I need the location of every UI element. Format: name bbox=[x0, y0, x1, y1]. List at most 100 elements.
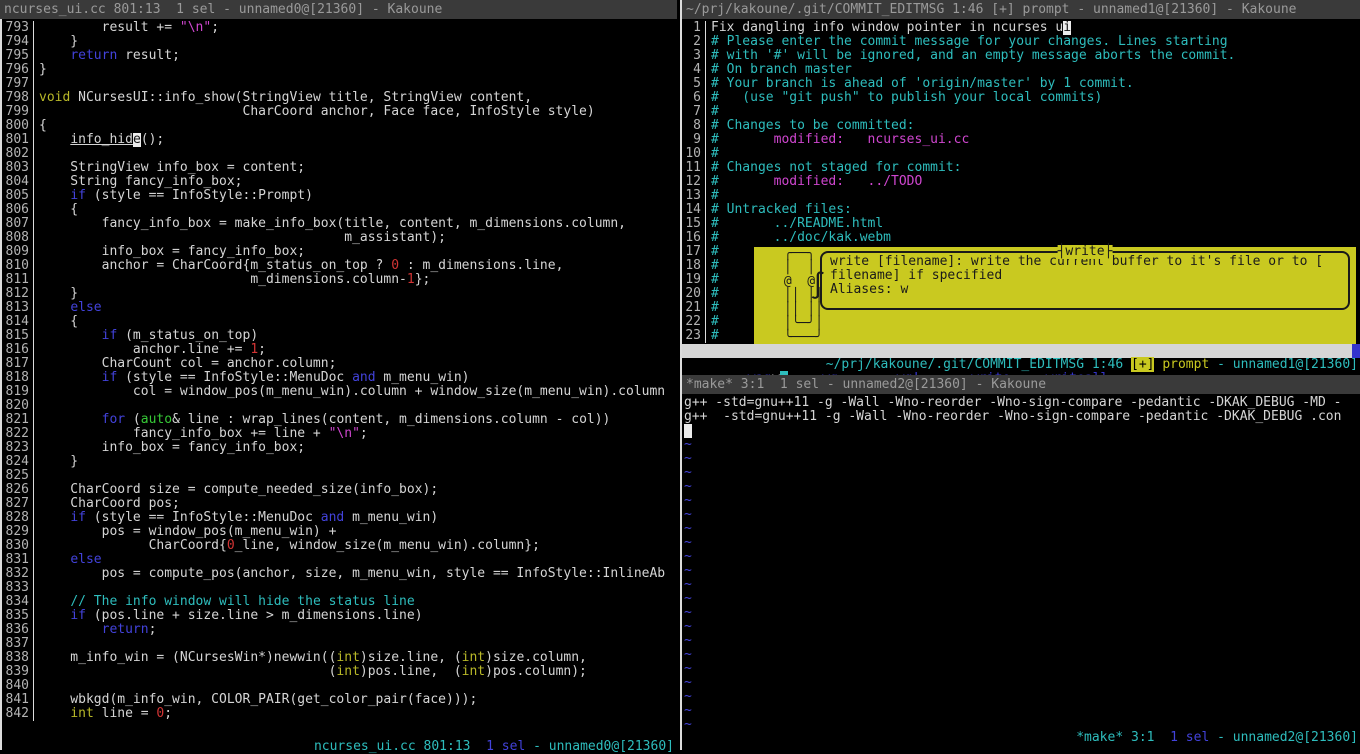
buffer-line[interactable]: 12# modified: ../TODO bbox=[682, 175, 1360, 189]
buffer-line[interactable]: 833 bbox=[2, 581, 677, 595]
line-number: 11 bbox=[682, 161, 706, 175]
line-number: 797 bbox=[2, 77, 34, 91]
text-segment: ~ bbox=[684, 606, 692, 620]
buffer-line[interactable]: 9# modified: ncurses_ui.cc bbox=[682, 133, 1360, 147]
text-segment: if bbox=[102, 329, 118, 343]
buffer-line[interactable]: 836 return; bbox=[2, 623, 677, 637]
buffer-line[interactable]: 6# (use "git push" to publish your local… bbox=[682, 91, 1360, 105]
make-window-titlebar[interactable]: *make* 3:1 1 sel - unnamed2@[21360] - Ka… bbox=[682, 375, 1360, 394]
buffer-line[interactable] bbox=[682, 424, 1360, 438]
buffer-line[interactable]: 824 } bbox=[2, 455, 677, 469]
buffer-line[interactable]: 822 fancy_info_box += line + "\n"; bbox=[2, 427, 677, 441]
buffer-line[interactable]: 820 bbox=[2, 399, 677, 413]
buffer-line[interactable]: 815 if (m_status_on_top) bbox=[2, 329, 677, 343]
buffer-line[interactable]: 804 String fancy_info_box; bbox=[2, 175, 677, 189]
buffer-line[interactable]: 821 for (auto& line : wrap_lines(content… bbox=[2, 413, 677, 427]
buffer-line[interactable]: 803 StringView info_box = content; bbox=[2, 161, 677, 175]
commit-window-titlebar[interactable]: ~/prj/kakoune/.git/COMMIT_EDITMSG 1:46 [… bbox=[682, 0, 1360, 19]
line-text: g++ -std=gnu++11 -g -Wall -Wno-reorder -… bbox=[684, 396, 1341, 410]
text-segment: ~ bbox=[684, 564, 692, 578]
buffer-line[interactable]: 807 fancy_info_box = make_info_box(title… bbox=[2, 217, 677, 231]
buffer-line[interactable]: 799 CharCoord anchor, Face face, InfoSty… bbox=[2, 105, 677, 119]
buffer-line[interactable]: 797 bbox=[2, 77, 677, 91]
buffer-line[interactable]: 812 } bbox=[2, 287, 677, 301]
buffer-line[interactable]: 816 anchor.line += 1; bbox=[2, 343, 677, 357]
buffer-line[interactable]: 835 if (pos.line + size.line > m_dimensi… bbox=[2, 609, 677, 623]
buffer-line[interactable]: 837 bbox=[2, 637, 677, 651]
line-number: 823 bbox=[2, 441, 34, 455]
buffer-line[interactable]: 811 m_dimensions.column-1}; bbox=[2, 273, 677, 287]
buffer-line[interactable]: 830 CharCoord{0_line, window_size(m_menu… bbox=[2, 539, 677, 553]
buffer-line[interactable]: 838 m_info_win = (NCursesWin*)newwin((in… bbox=[2, 651, 677, 665]
empty-line-tilde: ~ bbox=[682, 690, 1360, 704]
text-segment: ; bbox=[360, 427, 368, 441]
text-segment: pos = compute_pos(anchor, size, m_menu_w… bbox=[39, 567, 665, 581]
buffer-line[interactable]: 13# bbox=[682, 189, 1360, 203]
buffer-line[interactable]: 834 // The info window will hide the sta… bbox=[2, 595, 677, 609]
buffer-line[interactable]: 16 # ../doc/kak.webm bbox=[682, 231, 1360, 245]
buffer-line[interactable]: 793 result += "\n"; bbox=[2, 21, 677, 35]
buffer-line[interactable]: 829 pos = window_pos(m_menu_win) + bbox=[2, 525, 677, 539]
buffer-line[interactable]: 832 pos = compute_pos(anchor, size, m_me… bbox=[2, 567, 677, 581]
buffer-line[interactable]: 795 return result; bbox=[2, 49, 677, 63]
buffer-line[interactable]: 794 } bbox=[2, 35, 677, 49]
buffer-line[interactable]: 814 { bbox=[2, 315, 677, 329]
buffer-line[interactable]: 842 int line = 0; bbox=[2, 707, 677, 721]
buffer-line[interactable]: 823 info_box = fancy_info_box; bbox=[2, 441, 677, 455]
text-segment: }; bbox=[415, 273, 431, 287]
buffer-line[interactable]: 827 CharCoord pos; bbox=[2, 497, 677, 511]
line-number: 16 bbox=[682, 231, 706, 245]
buffer-line[interactable]: g++ -std=gnu++11 -g -Wall -Wno-reorder -… bbox=[682, 396, 1360, 410]
text-segment bbox=[39, 189, 70, 203]
completion-scrollbar[interactable] bbox=[1352, 344, 1360, 358]
buffer-line[interactable]: 828 if (style == InfoStyle::MenuDoc and … bbox=[2, 511, 677, 525]
buffer-line[interactable]: 10# bbox=[682, 147, 1360, 161]
text-segment: ~ bbox=[684, 452, 692, 466]
line-text: fancy_info_box += line + "\n"; bbox=[39, 427, 368, 441]
line-number: 821 bbox=[2, 413, 34, 427]
buffer-line[interactable]: 813 else bbox=[2, 301, 677, 315]
buffer-line[interactable]: 806 { bbox=[2, 203, 677, 217]
prompt-statusline[interactable]: :w ~/prj/kakoune/.git/COMMIT_EDITMSG 1:4… bbox=[682, 358, 1360, 372]
buffer-line[interactable]: 1Fix dangling info window pointer in ncu… bbox=[682, 21, 1360, 35]
buffer-line[interactable]: g++ -std=gnu++11 -g -Wall -Wno-reorder -… bbox=[682, 410, 1360, 424]
buffer-line[interactable]: 839 (int)pos.line, (int)pos.column); bbox=[2, 665, 677, 679]
buffer-line[interactable]: 8# Changes to be committed: bbox=[682, 119, 1360, 133]
buffer-line[interactable]: 810 anchor = CharCoord{m_status_on_top ?… bbox=[2, 259, 677, 273]
buffer-line[interactable]: 841 wbkgd(m_info_win, COLOR_PAIR(get_col… bbox=[2, 693, 677, 707]
buffer-line[interactable]: 796} bbox=[2, 63, 677, 77]
buffer-line[interactable]: 831 else bbox=[2, 553, 677, 567]
buffer-line[interactable]: 818 if (style == InfoStyle::MenuDoc and … bbox=[2, 371, 677, 385]
buffer-line[interactable]: 798void NCursesUI::info_show(StringView … bbox=[2, 91, 677, 105]
buffer-line[interactable]: 809 info_box = fancy_info_box; bbox=[2, 245, 677, 259]
buffer-line[interactable]: 800{ bbox=[2, 119, 677, 133]
left-window-titlebar[interactable]: ncurses_ui.cc 801:13 1 sel - unnamed0@[2… bbox=[0, 0, 677, 19]
buffer-line[interactable]: 805 if (style == InfoStyle::Prompt) bbox=[2, 189, 677, 203]
text-segment: # bbox=[711, 189, 719, 203]
buffer-line[interactable]: 802 bbox=[2, 147, 677, 161]
buffer-line[interactable]: 5# Your branch is ahead of 'origin/maste… bbox=[682, 77, 1360, 91]
buffer-line[interactable]: 825 bbox=[2, 469, 677, 483]
commit-editor[interactable]: 1Fix dangling info window pointer in ncu… bbox=[682, 19, 1360, 375]
text-segment: return bbox=[70, 49, 117, 63]
line-text: # ../doc/kak.webm bbox=[711, 231, 891, 245]
line-number: 816 bbox=[2, 343, 34, 357]
buffer-line[interactable]: 808 m_assistant); bbox=[2, 231, 677, 245]
text-segment bbox=[39, 609, 70, 623]
buffer-line[interactable]: 2# Please enter the commit message for y… bbox=[682, 35, 1360, 49]
cursor: i bbox=[1063, 21, 1071, 35]
buffer-line[interactable]: 3# with '#' will be ignored, and an empt… bbox=[682, 49, 1360, 63]
buffer-line[interactable]: 819 col = window_pos(m_menu_win).column … bbox=[2, 385, 677, 399]
buffer-line[interactable]: 15# ../README.html bbox=[682, 217, 1360, 231]
buffer-line[interactable]: 801 info_hide(); bbox=[2, 133, 677, 147]
make-buffer[interactable]: g++ -std=gnu++11 -g -Wall -Wno-reorder -… bbox=[682, 394, 1360, 750]
buffer-line[interactable]: 14# Untracked files: bbox=[682, 203, 1360, 217]
buffer-line[interactable]: 7# bbox=[682, 105, 1360, 119]
buffer-line[interactable]: 840 bbox=[2, 679, 677, 693]
buffer-line[interactable]: 826 CharCoord size = compute_needed_size… bbox=[2, 483, 677, 497]
text-segment: int bbox=[70, 707, 93, 721]
buffer-line[interactable]: 817 CharCount col = anchor.column; bbox=[2, 357, 677, 371]
buffer-line[interactable]: 4# On branch master bbox=[682, 63, 1360, 77]
left-editor[interactable]: 793 result += "\n";794 }795 return resul… bbox=[0, 19, 677, 750]
buffer-line[interactable]: 11# Changes not staged for commit: bbox=[682, 161, 1360, 175]
